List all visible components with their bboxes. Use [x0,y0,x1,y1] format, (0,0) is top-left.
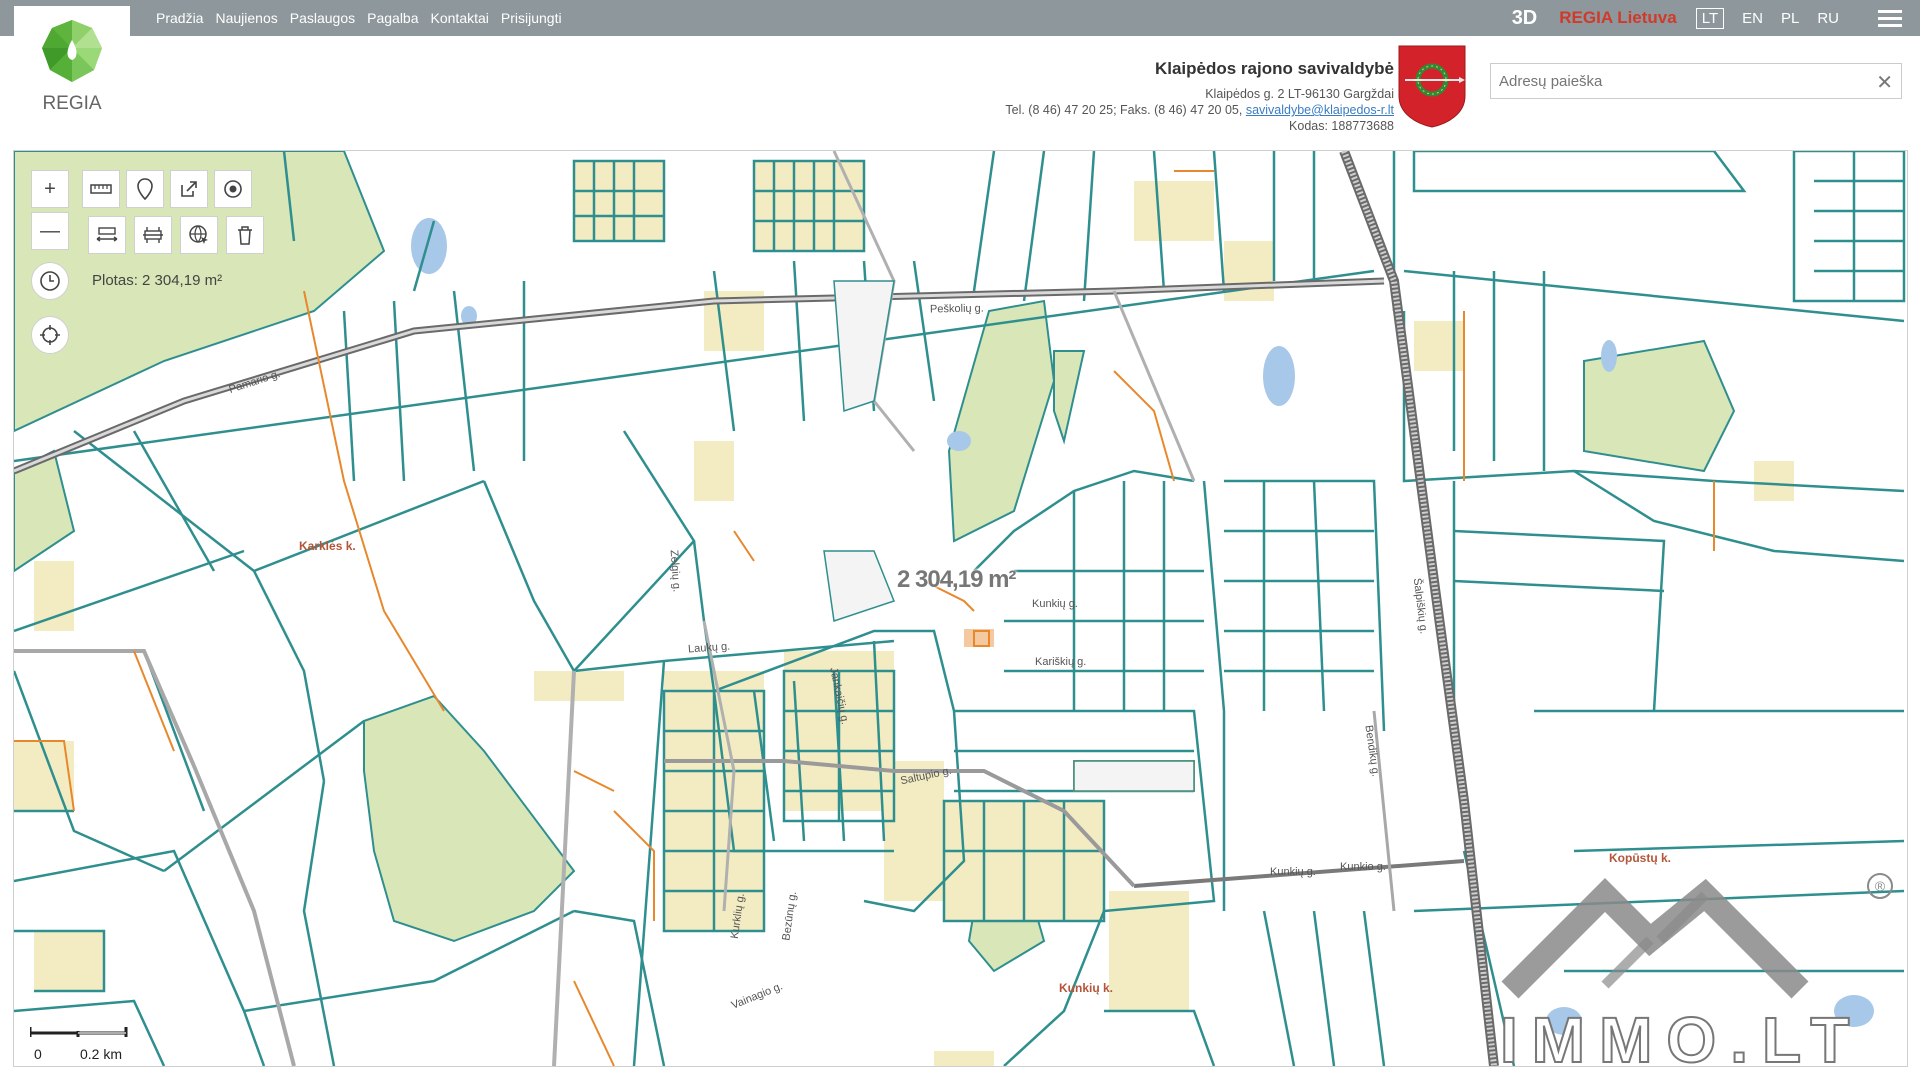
place-label-kunkiu: Kunkių k. [1059,981,1114,995]
nav-pradzia[interactable]: Pradžia [156,10,203,26]
brand-text: REGIA [42,93,101,114]
delete-icon[interactable] [226,216,264,254]
measurement-label: 2 304,19 m² [897,566,1016,593]
municipality-email[interactable]: savivaldybe@klaipedos-r.lt [1246,103,1394,117]
layers-icon [143,227,163,243]
street-label: Kariškių g. [1035,656,1087,668]
target-icon[interactable] [214,170,252,208]
history-icon[interactable] [31,262,69,300]
coat-of-arms-icon [1398,45,1466,128]
area-readout: Plotas: 2 304,19 m² [92,272,223,289]
record-icon [224,180,242,198]
measure-area-icon[interactable] [88,216,126,254]
street-label: Kunkio g. [1340,861,1386,873]
trash-icon [238,226,252,245]
lang-ru[interactable]: RU [1817,10,1839,27]
nav-pagalba[interactable]: Pagalba [367,10,418,26]
zoom-in-icon[interactable]: + [31,170,69,208]
regia-logo-icon: REGIA [42,20,102,114]
close-icon[interactable]: ✕ [1876,70,1893,95]
top-right-controls: 3D REGIA Lietuva LT EN PL RU [1512,0,1920,36]
scale-bar [30,1027,128,1037]
regia-lietuva-link[interactable]: REGIA Lietuva [1559,8,1676,28]
3d-button[interactable]: 3D [1512,7,1538,30]
zoom-out-icon[interactable]: — [31,212,69,250]
nav-naujienos[interactable]: Naujienos [215,10,277,26]
municipality-name: Klaipėdos rajono savivaldybė [1154,59,1394,78]
address-search-input[interactable] [1491,64,1877,98]
scale-zero: 0 [34,1046,42,1062]
measure-distance-icon[interactable] [82,170,120,208]
pin-icon [137,178,153,200]
scale-distance: 0.2 km [80,1046,123,1062]
street-label: Kunkių g. [1270,866,1316,878]
settings-icon[interactable] [180,216,218,254]
lang-en[interactable]: EN [1742,10,1763,27]
lang-lt[interactable]: LT [1695,7,1725,29]
lang-pl[interactable]: PL [1781,10,1799,27]
municipality-phone: Tel. (8 46) 47 20 25; Faks. (8 46) 47 20… [1005,103,1243,117]
ruler-icon [90,184,112,194]
address-search: ✕ [1490,63,1902,99]
crosshair-icon [40,325,60,345]
measured-area [964,629,994,647]
place-label-karkles: Karklės k. [299,539,356,553]
nav-paslaugos[interactable]: Paslaugos [290,10,355,26]
municipality-crest [1397,44,1467,128]
globe-cursor-icon [189,225,208,244]
main-nav: Pradžia Naujienos Paslaugos Pagalba Kont… [156,0,574,36]
regia-logo[interactable]: REGIA [14,6,130,124]
registered-mark: ® [1875,878,1886,894]
municipality-info: Klaipėdos rajono savivaldybė Klaipėdos g… [1005,58,1394,134]
nav-prisijungti[interactable]: Prisijungti [501,10,562,26]
point-icon[interactable] [126,170,164,208]
municipality-code: Kodas: 188773688 [1289,119,1394,133]
share-icon[interactable] [170,170,208,208]
place-label-kopustu: Kopūstų k. [1609,851,1671,865]
municipality-contacts: Tel. (8 46) 47 20 25; Faks. (8 46) 47 20… [1005,102,1394,118]
street-label: Peškolių g. [929,302,984,316]
profile-icon[interactable] [134,216,172,254]
clock-icon [40,271,60,291]
export-icon [181,181,197,197]
nav-kontaktai[interactable]: Kontaktai [431,10,489,26]
municipality-address: Klaipėdos g. 2 LT-96130 Gargždai [1205,87,1394,101]
watermark-text: IMMO.LT [1500,1004,1863,1070]
width-icon [96,227,118,242]
immo-watermark: ® IMMO.LT [1500,873,1893,1070]
locate-icon[interactable] [31,316,69,354]
street-label: Kunkių g. [1032,598,1078,610]
hamburger-icon[interactable] [1878,6,1902,31]
